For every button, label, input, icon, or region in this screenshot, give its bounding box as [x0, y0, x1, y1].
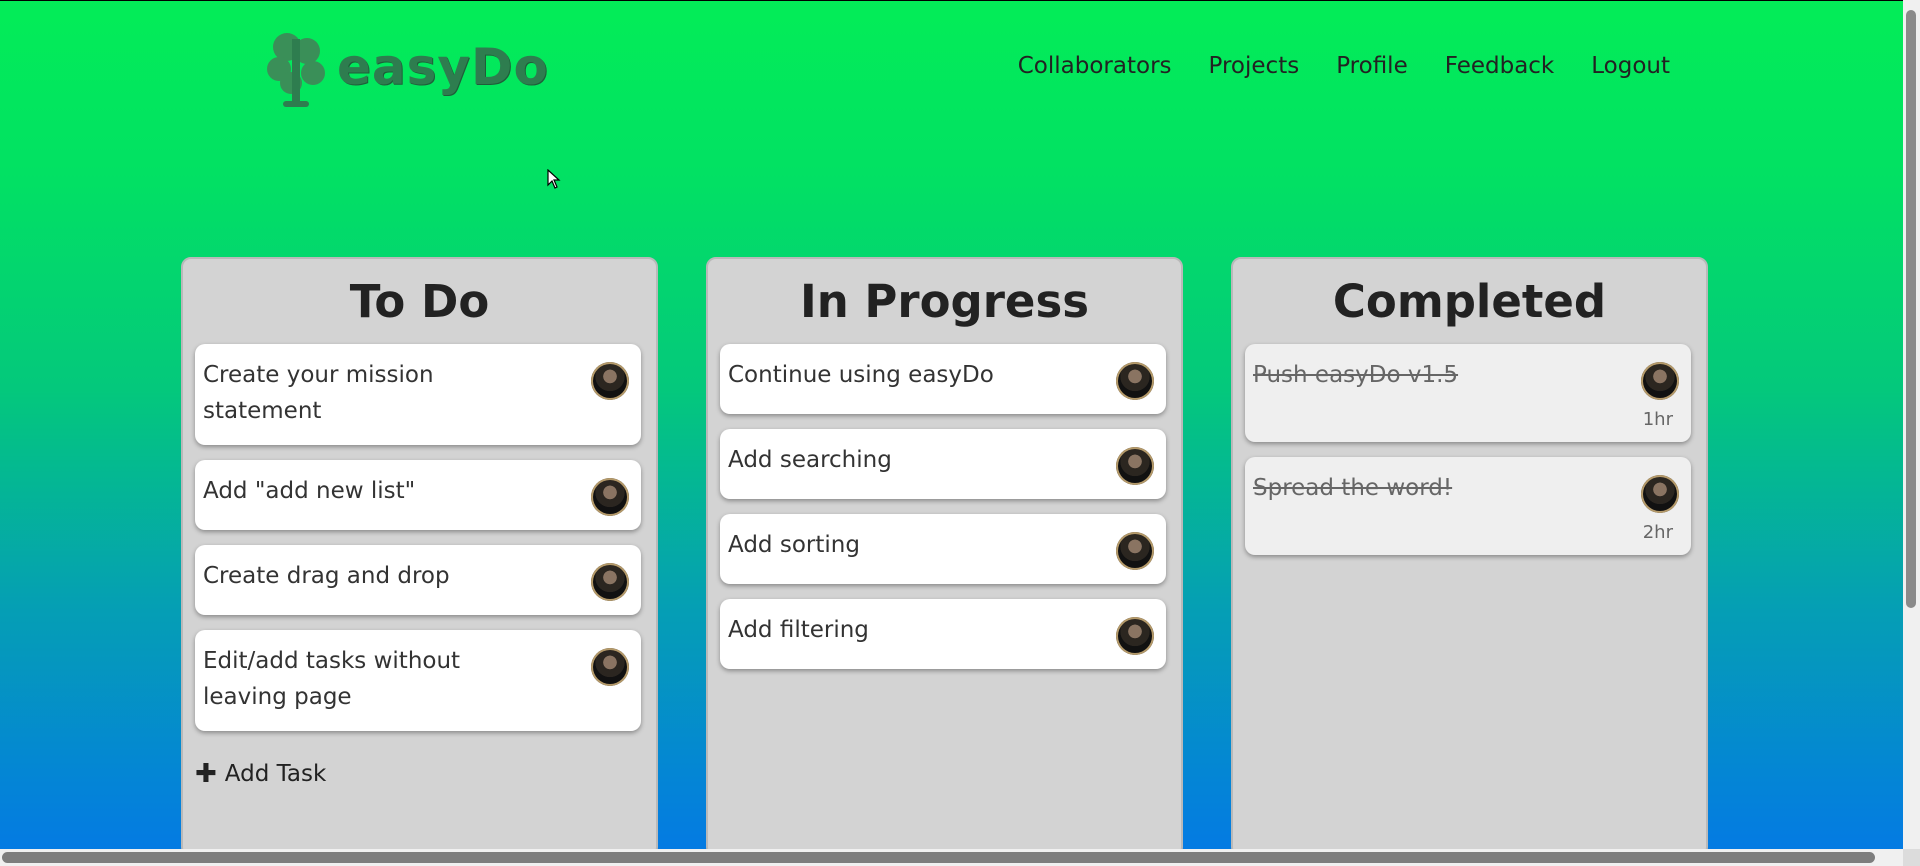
task-time: 1hr	[1642, 409, 1673, 430]
list-title: Completed	[1332, 275, 1607, 328]
task-text: Add sorting	[728, 532, 860, 558]
task-text: Edit/add tasks without leaving page	[203, 648, 461, 710]
nav-projects[interactable]: Projects	[1209, 53, 1300, 79]
horizontal-scroll-thumb[interactable]	[2, 852, 1875, 863]
task-time: 2hr	[1642, 522, 1673, 543]
task-text: Push easyDo v1.5	[1253, 362, 1459, 388]
task-text: Add searching	[728, 447, 892, 473]
task-text: Spread the word!	[1253, 475, 1453, 501]
vertical-scroll-thumb[interactable]	[1906, 10, 1916, 608]
task-text: Create drag and drop	[203, 563, 450, 589]
user-avatar	[1116, 447, 1154, 485]
user-avatar	[1116, 617, 1154, 655]
window-top-border	[0, 0, 1903, 1]
completed-task-card[interactable]: Push easyDo v1.5 1hr	[1245, 344, 1691, 442]
nav-logout[interactable]: Logout	[1591, 53, 1670, 79]
task-card[interactable]: Add filtering	[720, 599, 1166, 669]
main-nav: Collaborators Projects Profile Feedback …	[1018, 53, 1670, 79]
user-avatar	[591, 648, 629, 686]
plus-icon: ✚	[195, 759, 217, 789]
logo-text: easyDo	[337, 38, 549, 96]
list-completed: Completed Push easyDo v1.5 1hr Spread th…	[1231, 257, 1708, 857]
task-text: Create your mission statement	[203, 362, 434, 424]
add-task-button[interactable]: ✚ Add Task	[195, 759, 641, 789]
task-card[interactable]: Create drag and drop	[195, 545, 641, 615]
nav-profile[interactable]: Profile	[1336, 53, 1408, 79]
task-card[interactable]: Continue using easyDo	[720, 344, 1166, 414]
scrollbar-corner	[1903, 849, 1920, 866]
mouse-pointer-icon	[547, 169, 561, 189]
list-title: In Progress	[799, 275, 1090, 328]
nav-collaborators[interactable]: Collaborators	[1018, 53, 1172, 79]
task-card[interactable]: Add searching	[720, 429, 1166, 499]
user-avatar	[591, 478, 629, 516]
task-text: Add "add new list"	[203, 478, 416, 504]
list-title: To Do	[349, 275, 490, 328]
vertical-scrollbar[interactable]	[1903, 0, 1920, 849]
task-text: Continue using easyDo	[728, 362, 994, 388]
nav-feedback[interactable]: Feedback	[1445, 53, 1555, 79]
horizontal-scrollbar[interactable]	[0, 849, 1903, 866]
list-in-progress: In Progress Continue using easyDo Add se…	[706, 257, 1183, 857]
user-avatar	[1116, 532, 1154, 570]
task-cards: Push easyDo v1.5 1hr Spread the word! 2h…	[1245, 344, 1691, 570]
task-cards: Create your mission statement Add "add n…	[195, 344, 641, 789]
completed-task-card[interactable]: Spread the word! 2hr	[1245, 457, 1691, 555]
task-cards: Continue using easyDo Add searching Add …	[720, 344, 1166, 684]
user-avatar	[1641, 362, 1679, 400]
user-avatar	[591, 563, 629, 601]
add-task-label: Add Task	[224, 761, 327, 787]
task-card[interactable]: Add "add new list"	[195, 460, 641, 530]
user-avatar	[1641, 475, 1679, 513]
tree-icon	[267, 33, 325, 107]
task-card[interactable]: Edit/add tasks without leaving page	[195, 630, 641, 731]
list-todo: To Do Create your mission statement Add …	[181, 257, 658, 857]
task-card[interactable]: Add sorting	[720, 514, 1166, 584]
task-text: Add filtering	[728, 617, 869, 643]
app-logo[interactable]: easyDo	[265, 25, 549, 109]
user-avatar	[1116, 362, 1154, 400]
task-card[interactable]: Create your mission statement	[195, 344, 641, 445]
user-avatar	[591, 362, 629, 400]
